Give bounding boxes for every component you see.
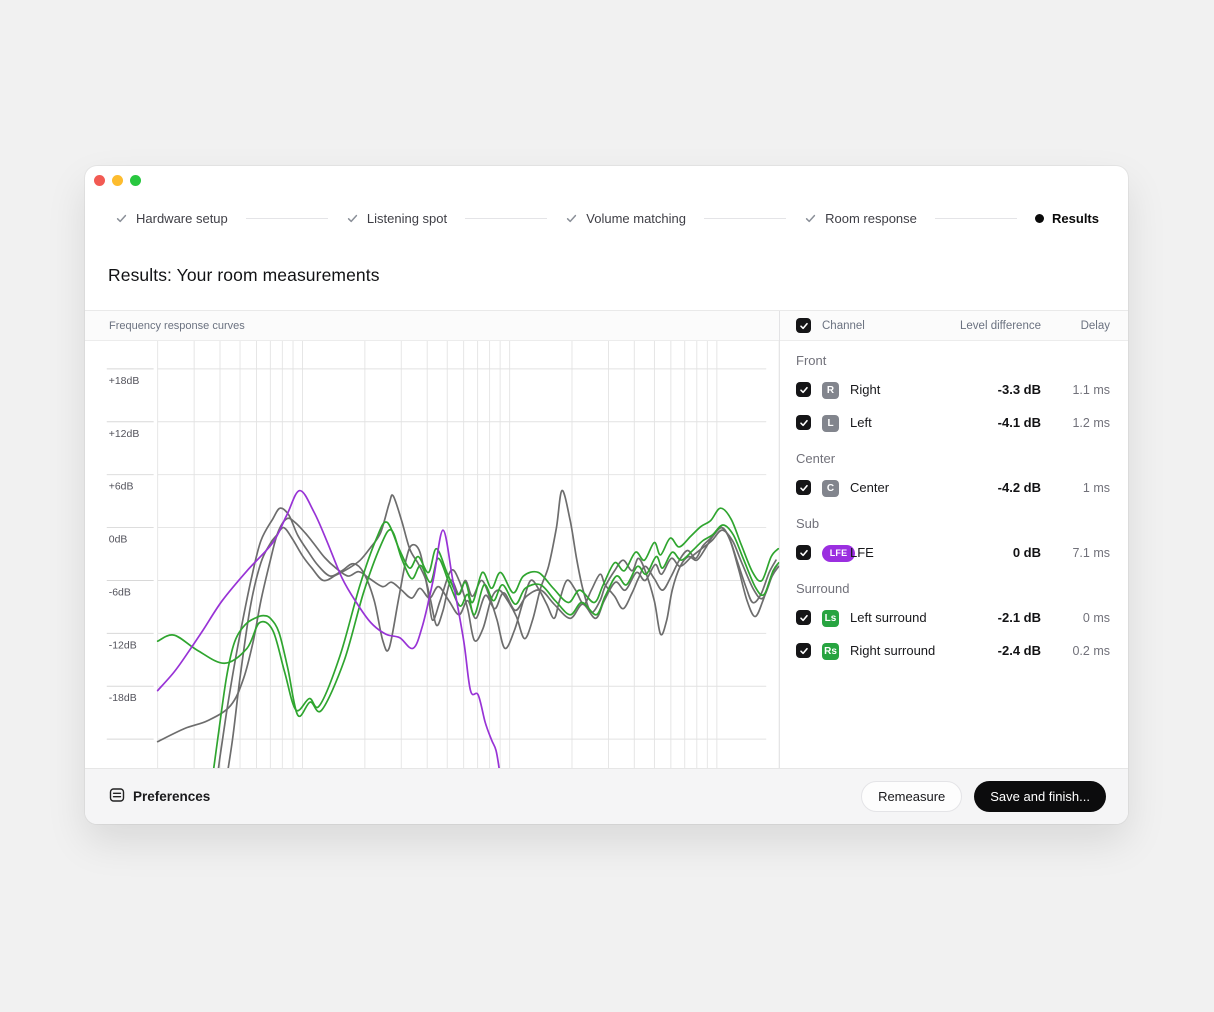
main-content: Frequency response curves +18dB +12dB +6dB… <box>85 310 1128 768</box>
channel-checkbox[interactable] <box>796 643 811 658</box>
channel-badge: Ls <box>822 610 839 627</box>
step-volume-matching[interactable]: Volume matching <box>565 211 686 226</box>
delay-value: 1 ms <box>1041 481 1110 495</box>
group-label-sub: Sub <box>796 510 1110 536</box>
channel-badge: R <box>822 382 839 399</box>
check-icon <box>565 212 578 225</box>
channel-label: Left <box>850 415 963 430</box>
step-label: Volume matching <box>586 211 686 226</box>
db-tick-label: +18dB <box>109 376 140 387</box>
preferences-button[interactable]: Preferences <box>109 787 210 806</box>
channel-label: LFE <box>850 545 963 560</box>
channel-label: Left surround <box>850 610 963 625</box>
footer-bar: Preferences Remeasure Save and finish... <box>85 768 1128 824</box>
db-tick-label: -18dB <box>109 693 137 704</box>
step-label: Room response <box>825 211 917 226</box>
channel-checkbox[interactable] <box>796 382 811 397</box>
group-label-surround: Surround <box>796 575 1110 601</box>
column-header-channel: Channel <box>822 320 946 332</box>
curve-right-surround <box>211 525 779 768</box>
channels-panel: Channel Level difference Delay Front R R… <box>780 311 1128 768</box>
channel-checkbox[interactable] <box>796 480 811 495</box>
channels-panel-header: Channel Level difference Delay <box>780 311 1128 341</box>
db-tick-label: +6dB <box>109 482 134 493</box>
column-header-level-difference: Level difference <box>946 320 1041 332</box>
group-label-front: Front <box>796 347 1110 373</box>
frequency-response-chart: +18dB +12dB +6dB 0dB -6dB -12dB -18dB <box>85 341 780 768</box>
db-tick-label: -12dB <box>109 640 137 651</box>
level-difference-value: -2.1 dB <box>963 610 1041 625</box>
chart-panel-title: Frequency response curves <box>85 320 245 332</box>
save-and-finish-button[interactable]: Save and finish... <box>974 781 1106 812</box>
channel-checkbox[interactable] <box>796 610 811 625</box>
window-controls <box>94 175 141 186</box>
current-step-dot-icon <box>1035 214 1044 223</box>
channel-badge: C <box>822 480 839 497</box>
app-window: Hardware setup Listening spot Volume mat… <box>85 166 1128 824</box>
wizard-stepper: Hardware setup Listening spot Volume mat… <box>115 208 1099 228</box>
column-header-delay: Delay <box>1041 320 1110 332</box>
db-tick-label: -6dB <box>109 587 131 598</box>
check-icon <box>346 212 359 225</box>
level-difference-value: 0 dB <box>963 545 1041 560</box>
level-difference-value: -4.2 dB <box>963 480 1041 495</box>
delay-value: 1.2 ms <box>1041 416 1110 430</box>
channel-checkbox[interactable] <box>796 545 811 560</box>
step-connector <box>246 218 328 219</box>
delay-value: 0.2 ms <box>1041 644 1110 658</box>
db-tick-label: 0dB <box>109 535 128 546</box>
step-listening-spot[interactable]: Listening spot <box>346 211 447 226</box>
curve-left <box>215 490 777 768</box>
channel-label: Right surround <box>850 643 963 658</box>
remeasure-button[interactable]: Remeasure <box>861 781 962 812</box>
preferences-label: Preferences <box>133 789 210 804</box>
chart-panel: Frequency response curves +18dB +12dB +6dB… <box>85 311 780 768</box>
select-all-checkbox[interactable] <box>796 318 811 333</box>
channel-row-right[interactable]: R Right -3.3 dB 1.1 ms <box>796 373 1110 406</box>
step-label: Hardware setup <box>136 211 228 226</box>
check-icon <box>115 212 128 225</box>
zoom-button[interactable] <box>130 175 141 186</box>
channel-row-left-surround[interactable]: Ls Left surround -2.1 dB 0 ms <box>796 601 1110 634</box>
group-label-center: Center <box>796 445 1110 471</box>
level-difference-value: -4.1 dB <box>963 415 1041 430</box>
channel-checkbox[interactable] <box>796 415 811 430</box>
channel-row-lfe[interactable]: LFE LFE 0 dB 7.1 ms <box>796 536 1110 569</box>
page-title: Results: Your room measurements <box>108 265 380 286</box>
check-icon <box>804 212 817 225</box>
step-label: Listening spot <box>367 211 447 226</box>
level-difference-value: -3.3 dB <box>963 382 1041 397</box>
minimize-button[interactable] <box>112 175 123 186</box>
delay-value: 7.1 ms <box>1041 546 1110 560</box>
step-connector <box>465 218 547 219</box>
step-connector <box>935 218 1017 219</box>
channel-row-right-surround[interactable]: Rs Right surround -2.4 dB 0.2 ms <box>796 634 1110 667</box>
delay-value: 0 ms <box>1041 611 1110 625</box>
channel-row-left[interactable]: L Left -4.1 dB 1.2 ms <box>796 406 1110 439</box>
step-room-response[interactable]: Room response <box>804 211 917 226</box>
step-label: Results <box>1052 211 1099 226</box>
channels-list: Front R Right -3.3 dB 1.1 ms L Left -4.1… <box>780 341 1128 667</box>
preferences-icon <box>109 787 125 806</box>
channel-label: Right <box>850 382 963 397</box>
channel-row-center[interactable]: C Center -4.2 dB 1 ms <box>796 471 1110 504</box>
channel-badge: Rs <box>822 643 839 660</box>
close-button[interactable] <box>94 175 105 186</box>
step-results[interactable]: Results <box>1035 211 1099 226</box>
step-hardware-setup[interactable]: Hardware setup <box>115 211 228 226</box>
curve-lfe <box>158 491 500 768</box>
channel-badge: L <box>822 415 839 432</box>
db-tick-label: +12dB <box>109 429 140 440</box>
chart-panel-header: Frequency response curves <box>85 311 779 341</box>
delay-value: 1.1 ms <box>1041 383 1110 397</box>
channel-label: Center <box>850 480 963 495</box>
step-connector <box>704 218 786 219</box>
level-difference-value: -2.4 dB <box>963 643 1041 658</box>
